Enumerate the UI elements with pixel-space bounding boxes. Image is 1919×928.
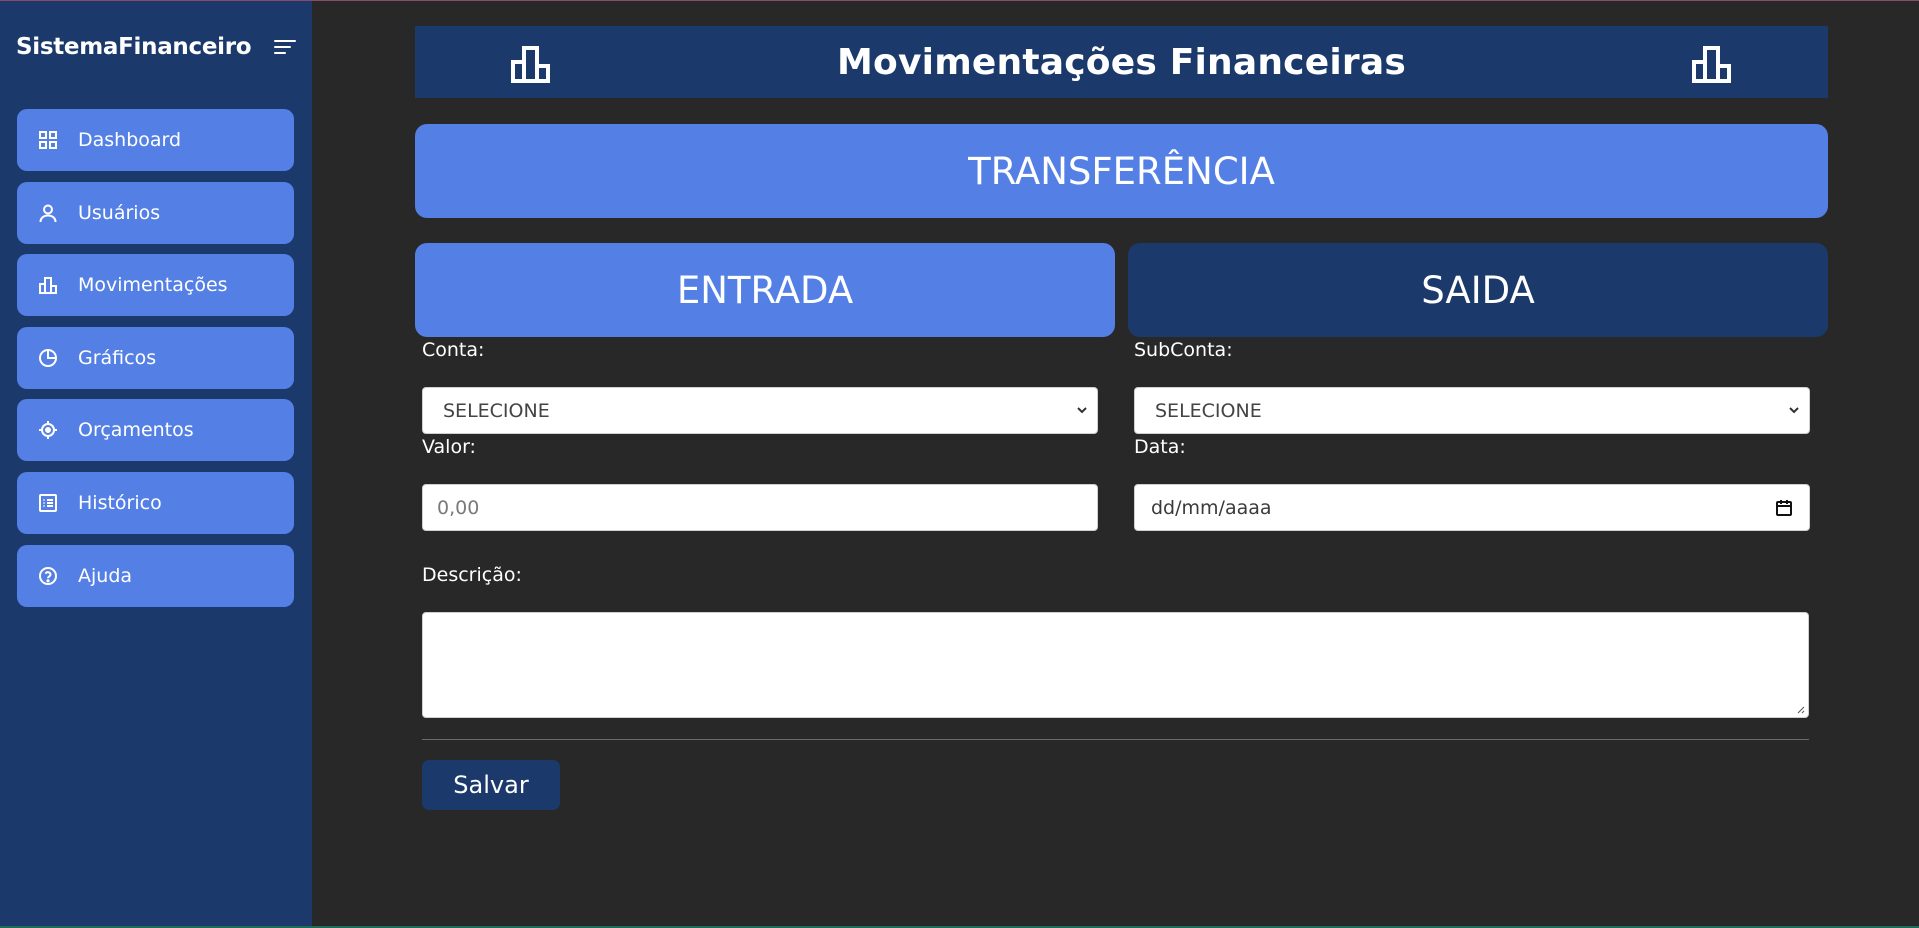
sidebar-nav: Dashboard Usuários Movimentações Gráfico… xyxy=(17,109,294,617)
valor-label: Valor: xyxy=(422,436,476,458)
chevron-down-icon xyxy=(1077,407,1087,414)
subconta-label: SubConta: xyxy=(1134,339,1233,361)
pie-chart-icon xyxy=(38,348,58,368)
sidebar-item-label: Dashboard xyxy=(78,129,182,151)
conta-label: Conta: xyxy=(422,339,485,361)
transfer-button[interactable]: TRANSFERÊNCIA xyxy=(415,124,1828,218)
save-button[interactable]: Salvar xyxy=(422,760,560,810)
user-icon xyxy=(38,203,58,223)
date-input[interactable]: dd/mm/aaaa xyxy=(1134,484,1810,531)
sidebar-item-label: Orçamentos xyxy=(78,419,194,442)
menu-toggle-icon[interactable] xyxy=(274,37,296,57)
subconta-select-value: SELECIONE xyxy=(1155,399,1262,422)
list-icon xyxy=(38,493,58,513)
sidebar-item-label: Gráficos xyxy=(78,346,157,369)
sidebar-item-movimentacoes[interactable]: Movimentações xyxy=(17,254,294,317)
valor-placeholder: 0,00 xyxy=(437,496,480,519)
sidebar-item-usuarios[interactable]: Usuários xyxy=(17,181,294,244)
resize-handle-icon[interactable] xyxy=(1795,704,1805,714)
form-divider xyxy=(422,739,1809,740)
subconta-select[interactable]: SELECIONE xyxy=(1134,387,1810,434)
calendar-icon[interactable] xyxy=(1774,498,1794,518)
sidebar-item-label: Usuários xyxy=(78,201,161,224)
sidebar-item-label: Movimentações xyxy=(78,274,228,297)
sidebar-item-label: Histórico xyxy=(78,491,162,514)
brand-header: SistemaFinanceiro xyxy=(16,31,296,63)
saida-button[interactable]: SAIDA xyxy=(1128,243,1828,337)
dashboard-grid-icon xyxy=(38,130,58,150)
data-label: Data: xyxy=(1134,436,1186,458)
app-root: SistemaFinanceiro Dashboard Usuários Mov… xyxy=(0,0,1919,928)
sidebar-item-orcamentos[interactable]: Orçamentos xyxy=(17,399,294,462)
descricao-textarea[interactable] xyxy=(422,612,1809,718)
target-icon xyxy=(38,420,58,440)
page-header: Movimentações Financeiras xyxy=(415,26,1828,98)
conta-select-value: SELECIONE xyxy=(443,399,550,422)
sidebar-item-label: Ajuda xyxy=(78,564,133,587)
bar-chart-icon xyxy=(510,44,552,84)
bar-chart-icon xyxy=(1691,44,1733,84)
sidebar: SistemaFinanceiro Dashboard Usuários Mov… xyxy=(0,1,312,926)
sidebar-item-graficos[interactable]: Gráficos xyxy=(17,326,294,389)
page-title: Movimentações Financeiras xyxy=(837,41,1406,83)
sidebar-item-historico[interactable]: Histórico xyxy=(17,471,294,534)
date-placeholder: dd/mm/aaaa xyxy=(1151,496,1272,519)
entrada-button[interactable]: ENTRADA xyxy=(415,243,1115,337)
conta-select[interactable]: SELECIONE xyxy=(422,387,1098,434)
sidebar-item-dashboard[interactable]: Dashboard xyxy=(17,109,294,171)
help-icon xyxy=(38,566,58,586)
bar-chart-icon xyxy=(38,275,58,295)
brand-title: SistemaFinanceiro xyxy=(16,34,252,60)
valor-input[interactable]: 0,00 xyxy=(422,484,1098,531)
descricao-label: Descrição: xyxy=(422,564,522,586)
sidebar-item-ajuda[interactable]: Ajuda xyxy=(17,544,294,607)
chevron-down-icon xyxy=(1789,407,1799,414)
